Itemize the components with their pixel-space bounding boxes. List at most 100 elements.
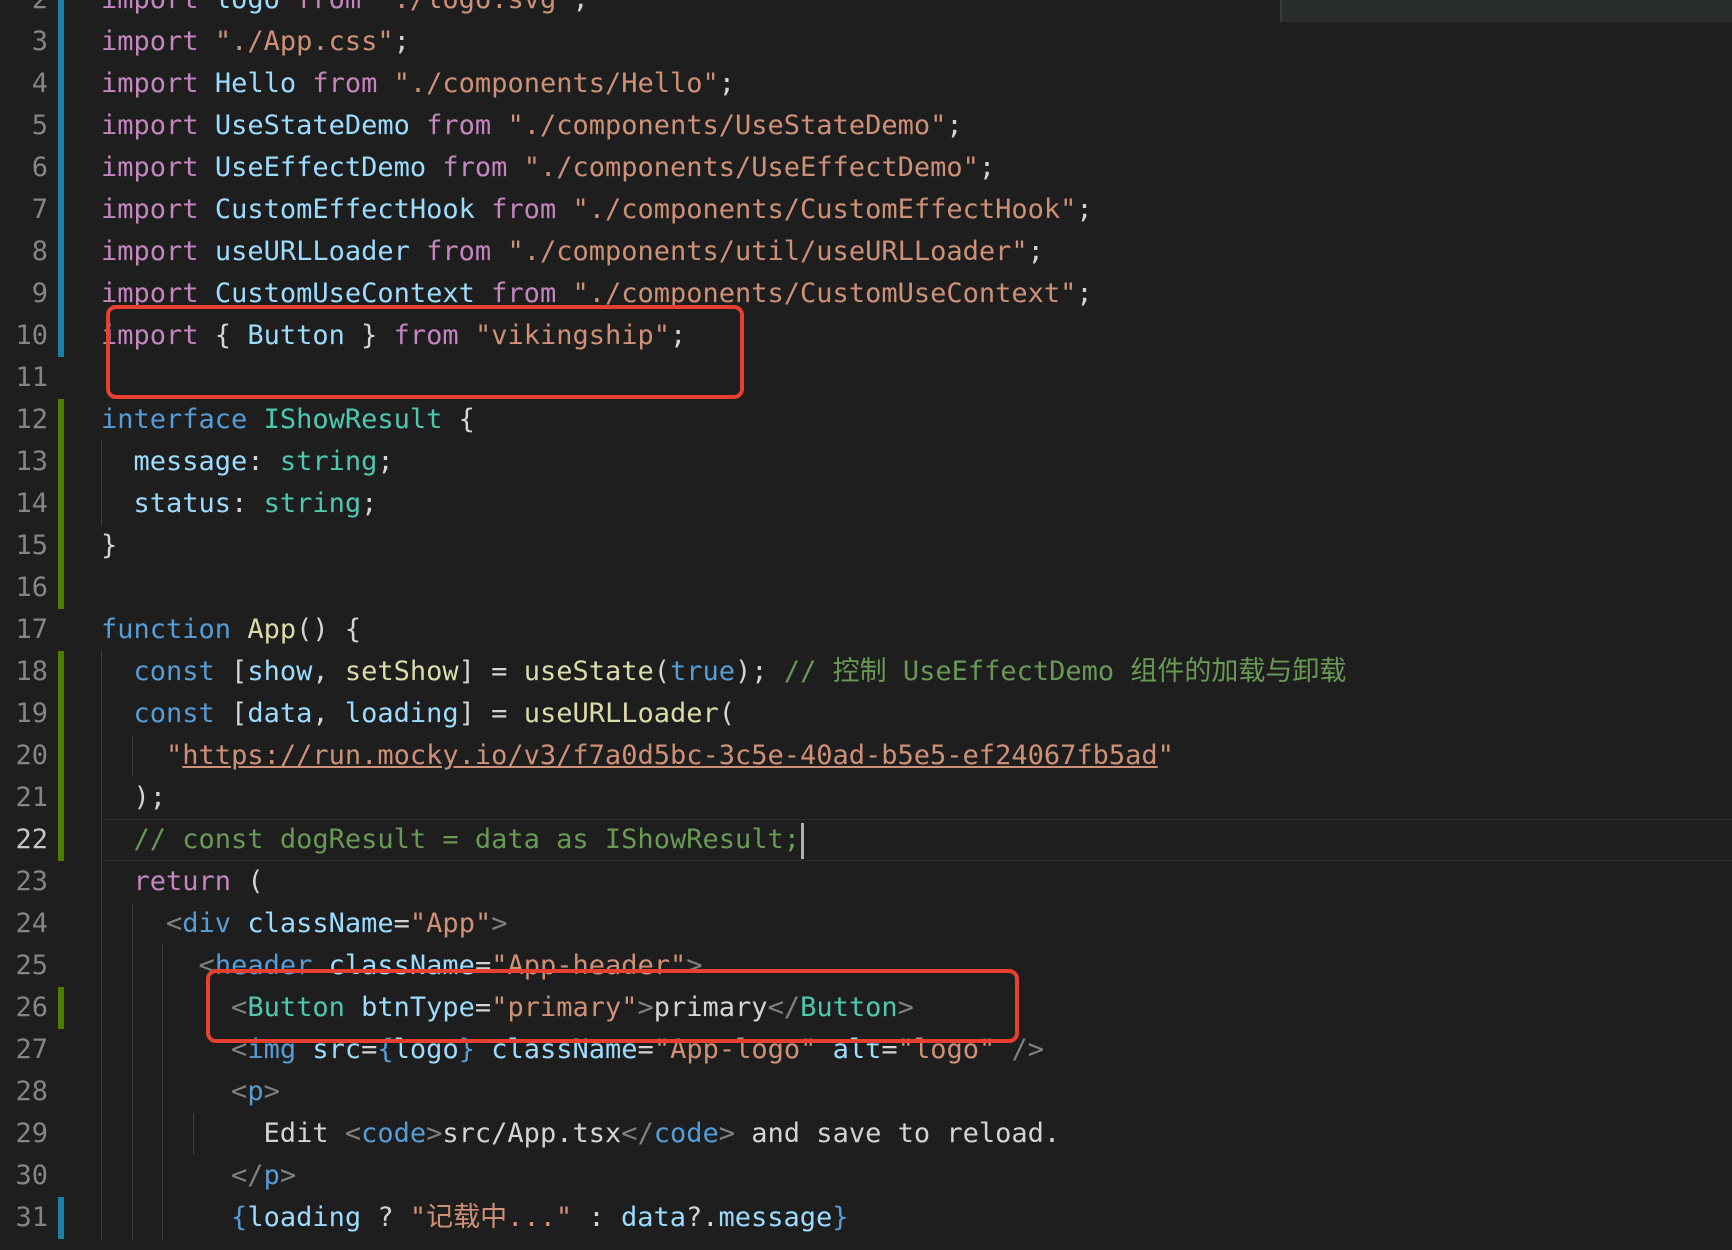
code-editor[interactable]: 2 import logo from "./logo.svg"; 3 import "… — [0, 0, 1732, 1250]
code-line[interactable]: 18 const [show, setShow] = useState(true… — [0, 651, 1732, 693]
git-gutter-marker[interactable] — [58, 315, 64, 357]
code-token: " — [1157, 740, 1174, 771]
code-token: // 控制 UseEffectDemo 组件的加载与卸载 — [783, 656, 1347, 687]
git-gutter-marker[interactable] — [58, 441, 64, 483]
code-token: ; — [718, 68, 736, 99]
code-line[interactable]: 16 — [0, 567, 1732, 609]
git-gutter-marker[interactable] — [58, 819, 64, 861]
git-gutter-marker[interactable] — [58, 21, 64, 63]
code-token: } — [101, 530, 118, 561]
code-text: "https://run.mocky.io/v3/f7a0d5bc-3c5e-4… — [101, 735, 1174, 777]
git-gutter-marker[interactable] — [58, 147, 64, 189]
code-line[interactable]: 23 return ( — [0, 861, 1732, 903]
code-text: } — [101, 525, 117, 567]
line-number: 30 — [15, 1160, 48, 1191]
code-token: import — [101, 152, 199, 183]
code-text: import logo from "./logo.svg"; — [101, 0, 589, 21]
code-line[interactable]: 22 // const dogResult = data as IShowRes… — [0, 819, 1732, 861]
code-token: string — [279, 446, 378, 477]
code-token: "./components/CustomEffectHook" — [572, 194, 1077, 225]
line-number: 8 — [31, 236, 48, 267]
code-token: ; — [377, 446, 394, 477]
code-token: "记载中..." — [409, 1202, 573, 1233]
code-token: true — [670, 656, 736, 687]
code-line[interactable]: 28 <p> — [0, 1071, 1732, 1113]
line-number: 17 — [15, 614, 48, 645]
code-token: const — [133, 698, 215, 729]
git-gutter-marker[interactable] — [58, 525, 64, 567]
code-line[interactable]: 6 import UseEffectDemo from "./components… — [0, 147, 1732, 189]
code-token: </ — [621, 1118, 654, 1149]
code-text: import useURLLoader from "./components/u… — [101, 231, 1044, 273]
code-token: setShow — [344, 656, 459, 687]
code-token: from — [426, 110, 492, 141]
git-gutter-marker[interactable] — [58, 105, 64, 147]
git-gutter-marker[interactable] — [58, 651, 64, 693]
git-gutter-marker[interactable] — [58, 63, 64, 105]
code-line[interactable]: 29 Edit <code>src/App.tsx</code> and sav… — [0, 1113, 1732, 1155]
code-line[interactable]: 12 interface IShowResult { — [0, 399, 1732, 441]
git-gutter-marker[interactable] — [58, 273, 64, 315]
code-token: ; — [946, 110, 963, 141]
code-line[interactable]: 14 status: string; — [0, 483, 1732, 525]
code-line[interactable]: 30 </p> — [0, 1155, 1732, 1197]
code-line[interactable]: 4 import Hello from "./components/Hello"; — [0, 63, 1732, 105]
code-line[interactable]: 15} — [0, 525, 1732, 567]
code-line[interactable]: 17 function App() { — [0, 609, 1732, 651]
code-line[interactable]: 3 import "./App.css"; — [0, 21, 1732, 63]
code-token: Hello — [214, 68, 297, 99]
code-token: : — [572, 1202, 621, 1233]
code-token: "./components/UseStateDemo" — [507, 110, 947, 141]
code-token: function — [101, 614, 232, 645]
line-number: 20 — [15, 740, 48, 771]
code-token: const — [133, 656, 215, 687]
code-token: code — [361, 1118, 427, 1149]
git-gutter-marker[interactable] — [58, 987, 64, 1029]
git-gutter-marker[interactable] — [58, 399, 64, 441]
code-token: < — [166, 908, 183, 939]
code-token: logo — [215, 0, 280, 15]
code-token: > — [263, 1076, 280, 1107]
git-gutter-marker[interactable] — [58, 567, 64, 609]
git-gutter-marker[interactable] — [58, 777, 64, 819]
git-gutter-marker[interactable] — [58, 483, 64, 525]
git-gutter-marker[interactable] — [58, 0, 64, 21]
code-text: Edit <code>src/App.tsx</code> and save t… — [101, 1113, 1061, 1155]
code-token: from — [426, 236, 492, 267]
code-line[interactable]: 13 message: string; — [0, 441, 1732, 483]
code-line[interactable]: 21 ); — [0, 777, 1732, 819]
code-text: import Hello from "./components/Hello"; — [101, 63, 735, 105]
code-token: > — [491, 908, 508, 939]
code-line[interactable]: 24 <div className="App"> — [0, 903, 1732, 945]
git-gutter-marker[interactable] — [58, 189, 64, 231]
line-number: 6 — [31, 152, 48, 183]
code-token: ] = — [458, 656, 524, 687]
code-line[interactable]: 7 import CustomEffectHook from "./compone… — [0, 189, 1732, 231]
line-number: 10 — [15, 320, 48, 351]
git-gutter-marker[interactable] — [58, 231, 64, 273]
code-line[interactable]: 2 import logo from "./logo.svg"; — [0, 0, 1732, 21]
code-line[interactable]: 19 const [data, loading] = useURLLoader( — [0, 693, 1732, 735]
code-line[interactable]: 31 {loading ? "记载中..." : data?.message} — [0, 1197, 1732, 1239]
git-gutter-marker[interactable] — [58, 693, 64, 735]
git-gutter-marker[interactable] — [58, 735, 64, 777]
git-gutter-marker[interactable] — [58, 1197, 64, 1239]
code-line[interactable]: 20 "https://run.mocky.io/v3/f7a0d5bc-3c5… — [0, 735, 1732, 777]
code-text: </p> — [101, 1155, 296, 1197]
code-line[interactable]: 8 import useURLLoader from "./components/… — [0, 231, 1732, 273]
code-token: "./logo.svg" — [377, 0, 572, 15]
code-line[interactable]: 5 import UseStateDemo from "./components/… — [0, 105, 1732, 147]
code-token: p — [263, 1160, 280, 1191]
